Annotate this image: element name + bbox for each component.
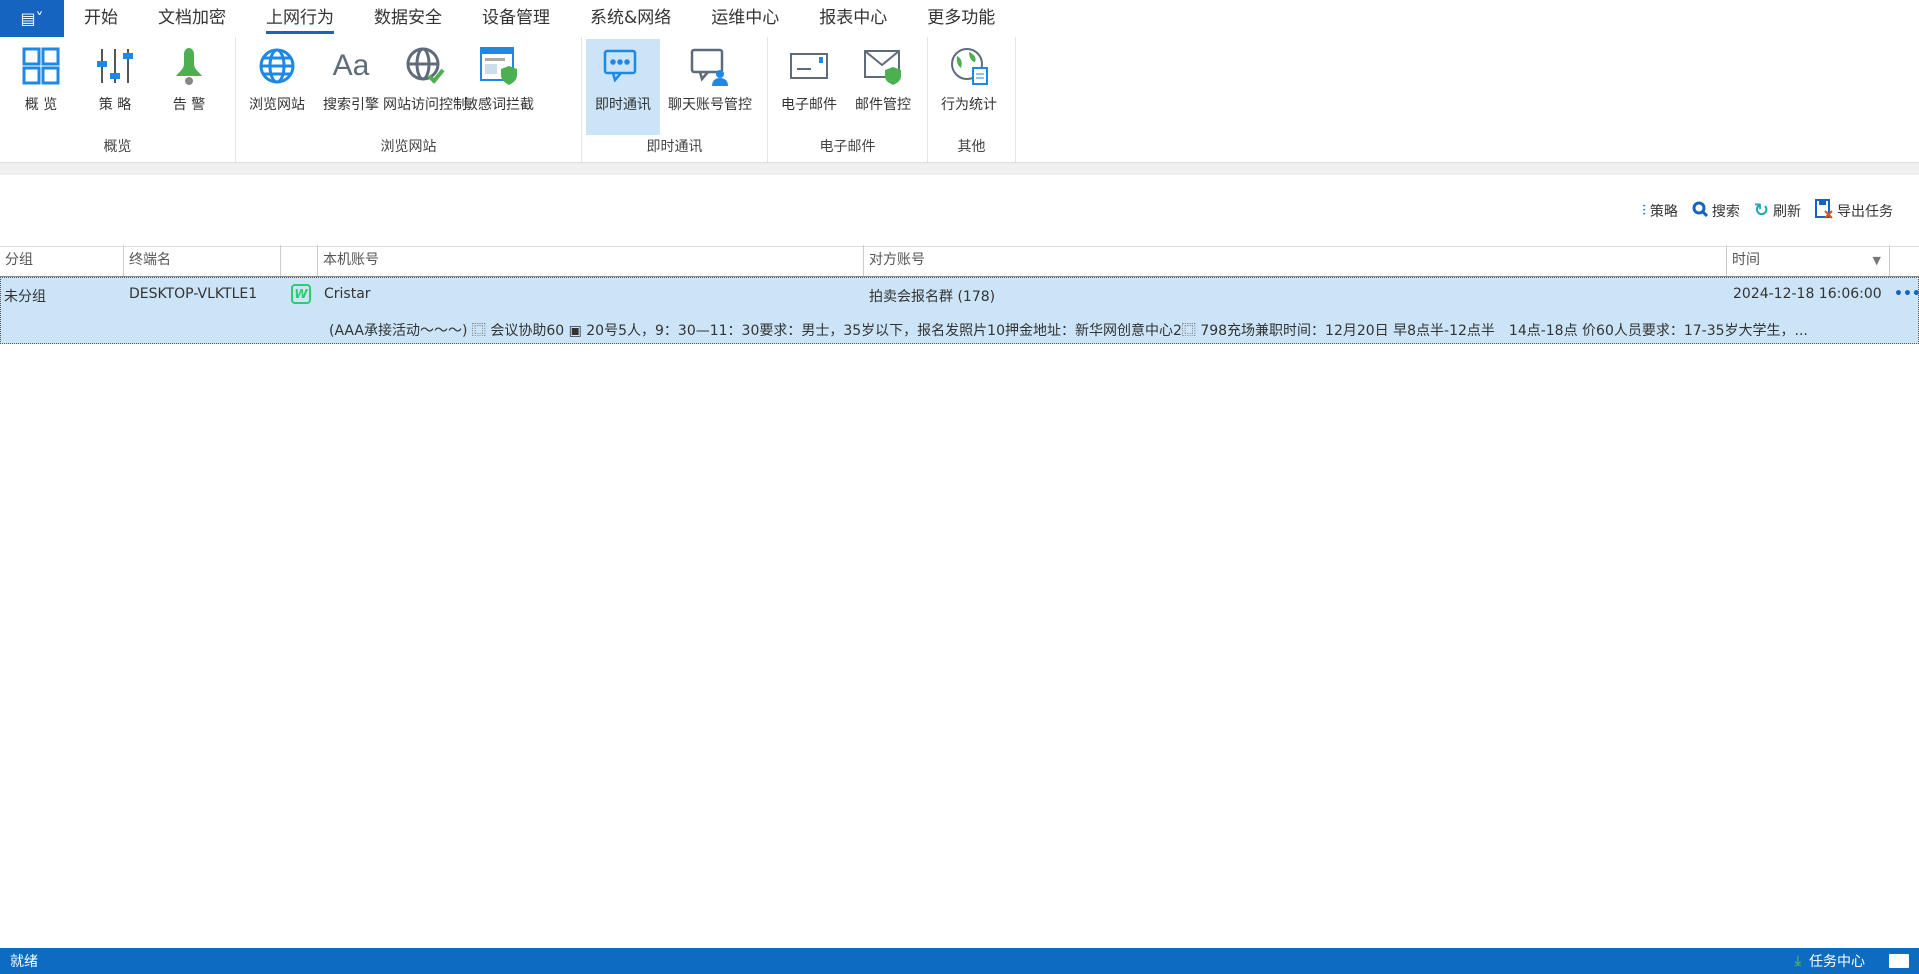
bell-icon	[167, 44, 211, 88]
alert-button[interactable]: 告 警	[152, 39, 226, 135]
globe-report-icon	[947, 44, 991, 88]
group-label-im: 即时通讯	[586, 135, 763, 159]
im-button[interactable]: 即时通讯	[586, 39, 660, 135]
search-engine-label: 搜索引擎	[323, 94, 379, 114]
chat-bubbles-icon	[601, 44, 645, 88]
sensitive-word-button[interactable]: 敏感词拦截	[462, 39, 536, 135]
cell-time: 2024-12-18 16:06:00	[1733, 286, 1882, 302]
search-button[interactable]: 搜索	[1692, 201, 1740, 221]
search-icon	[1692, 201, 1708, 221]
cell-terminal: DESKTOP-VLKTLE1	[129, 286, 257, 302]
refresh-button[interactable]: ↻刷新	[1754, 200, 1801, 221]
email-control-label: 邮件管控	[855, 94, 911, 114]
tab-start[interactable]: 开始	[64, 0, 138, 37]
chat-account-control-label: 聊天账号管控	[668, 94, 752, 114]
tab-doc-encrypt[interactable]: 文档加密	[138, 0, 246, 37]
chat-user-icon	[688, 44, 732, 88]
group-label-overview: 概览	[4, 135, 231, 159]
menu-tabs: ▤˅ 开始 文档加密 上网行为 数据安全 设备管理 系统&网络 运维中心 报表中…	[0, 0, 1919, 37]
cell-local-account: Cristar	[324, 286, 371, 302]
export-icon	[1815, 199, 1833, 223]
toolbar: ⫶策略 搜索 ↻刷新 导出任务	[0, 175, 1919, 247]
group-other: 行为统计 其他	[928, 37, 1016, 162]
envelope-icon	[787, 44, 831, 88]
email-label: 电子邮件	[781, 94, 837, 114]
im-label: 即时通讯	[595, 94, 651, 114]
ribbon-separator	[0, 163, 1919, 175]
col-time[interactable]: 时间 ▼	[1727, 245, 1890, 276]
export-task-button[interactable]: 导出任务	[1815, 199, 1893, 223]
sliders-icon: ⫶	[1642, 203, 1646, 219]
site-access-control-button[interactable]: 网站访问控制	[388, 39, 462, 135]
email-control-button[interactable]: 邮件管控	[846, 39, 920, 135]
policy-button[interactable]: 策 略	[78, 39, 152, 135]
tab-report-center[interactable]: 报表中心	[799, 0, 907, 37]
tab-web-behavior[interactable]: 上网行为	[246, 0, 354, 37]
overview-button[interactable]: 概 览	[4, 39, 78, 135]
col-terminal[interactable]: 终端名	[124, 245, 281, 276]
col-time-label: 时间	[1732, 252, 1760, 268]
col-group[interactable]: 分组	[0, 245, 124, 276]
message-preview: (AAA承接活动～～～) ⿴ 会议协助60 ▣ 20号5人，9：30—11：30…	[329, 320, 1908, 340]
group-im: 即时通讯 聊天账号管控 即时通讯	[582, 37, 768, 162]
search-label: 搜索	[1712, 201, 1740, 221]
group-label-email: 电子邮件	[772, 135, 923, 159]
site-access-control-label: 网站访问控制	[383, 94, 467, 114]
font-aa-icon: Aa	[329, 44, 373, 88]
grid-icon	[19, 44, 63, 88]
wechat-app-icon: W	[291, 284, 311, 304]
email-button[interactable]: 电子邮件	[772, 39, 846, 135]
policy-label: 策 略	[99, 94, 131, 114]
export-label: 导出任务	[1837, 201, 1893, 221]
tab-more[interactable]: 更多功能	[907, 0, 1015, 37]
alert-label: 告 警	[173, 94, 205, 114]
ribbon: 概 览 策 略 告 警 概览 浏览网站 Aa 搜索引擎 网站访问控制 敏感词拦截 …	[0, 37, 1919, 163]
sort-down-icon: ▼	[1873, 245, 1881, 276]
more-icon[interactable]: •••	[1894, 286, 1919, 302]
group-label-browse: 浏览网站	[240, 135, 577, 159]
behavior-stats-label: 行为统计	[941, 94, 997, 114]
status-text: 就绪	[10, 951, 38, 971]
table-row[interactable]: 未分组 DESKTOP-VLKTLE1 W Cristar 拍卖会报名群 (17…	[0, 277, 1919, 344]
sensitive-word-label: 敏感词拦截	[464, 94, 534, 114]
envelope-shield-icon	[861, 44, 905, 88]
col-app[interactable]	[281, 245, 318, 276]
cell-peer-account: 拍卖会报名群 (178)	[869, 286, 995, 306]
tab-system-network[interactable]: 系统&网络	[570, 0, 691, 37]
refresh-icon: ↻	[1754, 200, 1769, 221]
behavior-stats-button[interactable]: 行为统计	[932, 39, 1006, 135]
policy-tool-button[interactable]: ⫶策略	[1642, 201, 1678, 221]
policy-tool-label: 策略	[1650, 201, 1678, 221]
group-email: 电子邮件 邮件管控 电子邮件	[768, 37, 928, 162]
table-header: 分组 终端名 本机账号 对方账号 时间 ▼	[0, 245, 1919, 277]
col-local-account[interactable]: 本机账号	[318, 245, 864, 276]
sliders-icon	[93, 44, 137, 88]
download-icon: ⤓	[1795, 953, 1801, 969]
globe-icon	[255, 44, 299, 88]
task-center-button[interactable]: 任务中心	[1809, 951, 1865, 971]
tab-device-mgmt[interactable]: 设备管理	[462, 0, 570, 37]
group-overview: 概 览 策 略 告 警 概览	[0, 37, 236, 162]
tab-ops-center[interactable]: 运维中心	[691, 0, 799, 37]
col-peer-account[interactable]: 对方账号	[864, 245, 1727, 276]
refresh-label: 刷新	[1773, 201, 1801, 221]
app-menu-button[interactable]: ▤˅	[0, 0, 64, 37]
browse-sites-button[interactable]: 浏览网站	[240, 39, 314, 135]
search-engine-button[interactable]: Aa 搜索引擎	[314, 39, 388, 135]
overview-label: 概 览	[25, 94, 57, 114]
group-browse: 浏览网站 Aa 搜索引擎 网站访问控制 敏感词拦截 浏览网站	[236, 37, 582, 162]
globe-check-icon	[403, 44, 447, 88]
group-label-other: 其他	[932, 135, 1011, 159]
window-shield-icon	[477, 44, 521, 88]
status-bar: 就绪 ⤓ 任务中心	[0, 948, 1919, 974]
browse-sites-label: 浏览网站	[249, 94, 305, 114]
message-icon[interactable]	[1889, 954, 1909, 968]
chat-account-control-button[interactable]: 聊天账号管控	[660, 39, 760, 135]
cell-group: 未分组	[4, 286, 46, 306]
tab-data-security[interactable]: 数据安全	[354, 0, 462, 37]
